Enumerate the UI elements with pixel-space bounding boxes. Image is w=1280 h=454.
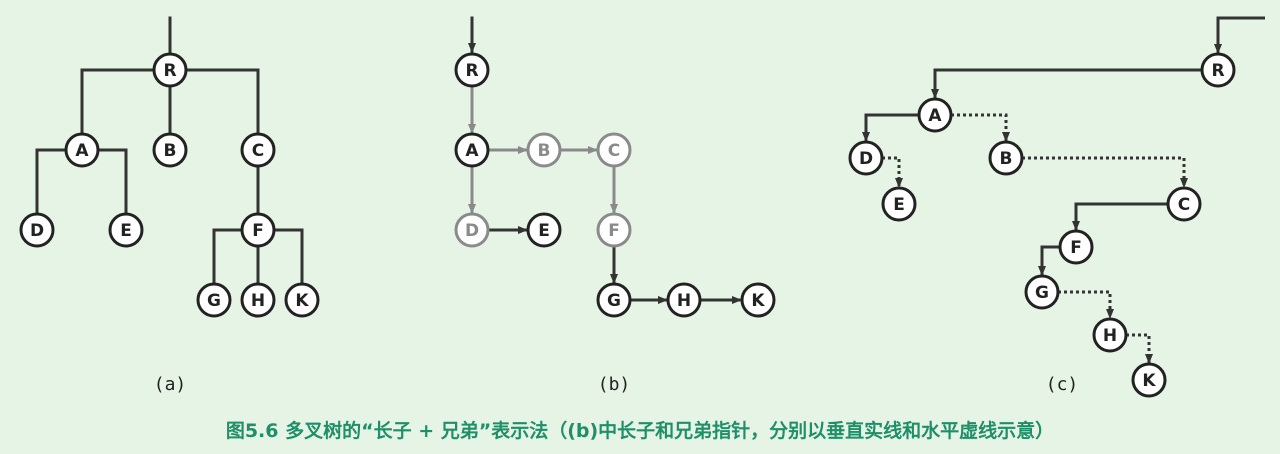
node-b-F: F xyxy=(596,212,632,248)
node-a-H-label: H xyxy=(251,291,265,311)
node-c-C: C xyxy=(1166,186,1202,222)
node-a-D: D xyxy=(19,212,55,248)
tree-diagram: R A B C D E F G H K R A B C D E F G H K R A D E B C F G H K (a) (b)… xyxy=(19,16,1265,398)
node-a-B: B xyxy=(152,132,188,168)
panel-b: R A B C D E F G H K xyxy=(454,16,776,318)
node-a-F-label: F xyxy=(252,221,264,241)
node-c-A: A xyxy=(917,97,953,133)
node-c-A-label: A xyxy=(928,106,942,126)
node-a-R: R xyxy=(152,52,188,88)
node-a-D-label: D xyxy=(30,221,44,241)
panel-a: R A B C D E F G H K xyxy=(19,16,320,318)
node-c-B: B xyxy=(988,140,1024,176)
node-a-H: H xyxy=(240,282,276,318)
panel-label-a: (a) xyxy=(154,374,187,395)
edge-C-F xyxy=(1072,202,1168,231)
node-c-H: H xyxy=(1092,317,1128,353)
node-c-R-label: R xyxy=(1211,61,1224,81)
node-c-G: G xyxy=(1024,274,1060,310)
node-b-E-label: E xyxy=(538,221,550,241)
node-b-A: A xyxy=(454,132,490,168)
node-c-E-label: E xyxy=(893,195,905,215)
node-b-R-label: R xyxy=(465,61,478,81)
node-a-G-label: G xyxy=(207,291,221,311)
node-b-D-label: D xyxy=(465,221,479,241)
edge-B-C xyxy=(1022,156,1188,188)
node-c-H-label: H xyxy=(1103,326,1117,346)
edge-H-K xyxy=(1126,333,1153,364)
node-b-C: C xyxy=(596,132,632,168)
node-c-D: D xyxy=(848,140,884,176)
edge-G-H xyxy=(1058,290,1114,319)
figure-caption: 图5.6 多叉树的“长子 + 兄弟”表示法（(b)中长子和兄弟指针，分别以垂直实… xyxy=(225,420,1055,442)
node-b-R: R xyxy=(454,52,490,88)
node-c-K-label: K xyxy=(1142,371,1156,391)
node-a-B-label: B xyxy=(164,141,177,161)
node-a-C-label: C xyxy=(252,141,264,161)
node-a-R-label: R xyxy=(163,61,176,81)
edge-A-B xyxy=(951,113,1010,142)
edge-D-E xyxy=(882,156,903,188)
node-b-H-label: H xyxy=(677,291,691,311)
node-b-G: G xyxy=(596,282,632,318)
node-a-K: K xyxy=(284,282,320,318)
edge-A-D xyxy=(862,113,919,142)
node-c-E: E xyxy=(881,186,917,222)
node-b-A-label: A xyxy=(465,141,479,161)
node-c-F-label: F xyxy=(1070,238,1082,258)
node-c-D-label: D xyxy=(859,149,873,169)
node-b-D: D xyxy=(454,212,490,248)
node-a-G: G xyxy=(196,282,232,318)
node-b-K: K xyxy=(740,282,776,318)
node-b-F-label: F xyxy=(608,221,620,241)
node-b-K-label: K xyxy=(751,291,765,311)
panel-label-c: (c) xyxy=(1046,374,1079,395)
edge-R-A xyxy=(931,68,1202,99)
node-b-E: E xyxy=(526,212,562,248)
node-a-E: E xyxy=(108,212,144,248)
node-a-E-label: E xyxy=(120,221,132,241)
node-b-B-label: B xyxy=(538,141,551,161)
node-c-K: K xyxy=(1131,362,1167,398)
panel-label-b: (b) xyxy=(598,374,631,395)
node-c-B-label: B xyxy=(1000,149,1013,169)
node-b-H: H xyxy=(666,282,702,318)
node-c-F: F xyxy=(1058,229,1094,265)
panel-c: R A D E B C F G H K xyxy=(848,16,1265,398)
node-c-C-label: C xyxy=(1178,195,1190,215)
edge-F-G xyxy=(1038,245,1060,276)
node-c-R: R xyxy=(1200,52,1236,88)
node-c-G-label: G xyxy=(1035,283,1049,303)
node-b-G-label: G xyxy=(607,291,621,311)
node-b-B: B xyxy=(526,132,562,168)
node-a-C: C xyxy=(240,132,276,168)
node-a-A-label: A xyxy=(75,141,89,161)
root-entry-arrow xyxy=(1214,16,1265,54)
node-a-F: F xyxy=(240,212,276,248)
node-a-A: A xyxy=(64,132,100,168)
node-a-K-label: K xyxy=(295,291,309,311)
node-b-C-label: C xyxy=(608,141,620,161)
